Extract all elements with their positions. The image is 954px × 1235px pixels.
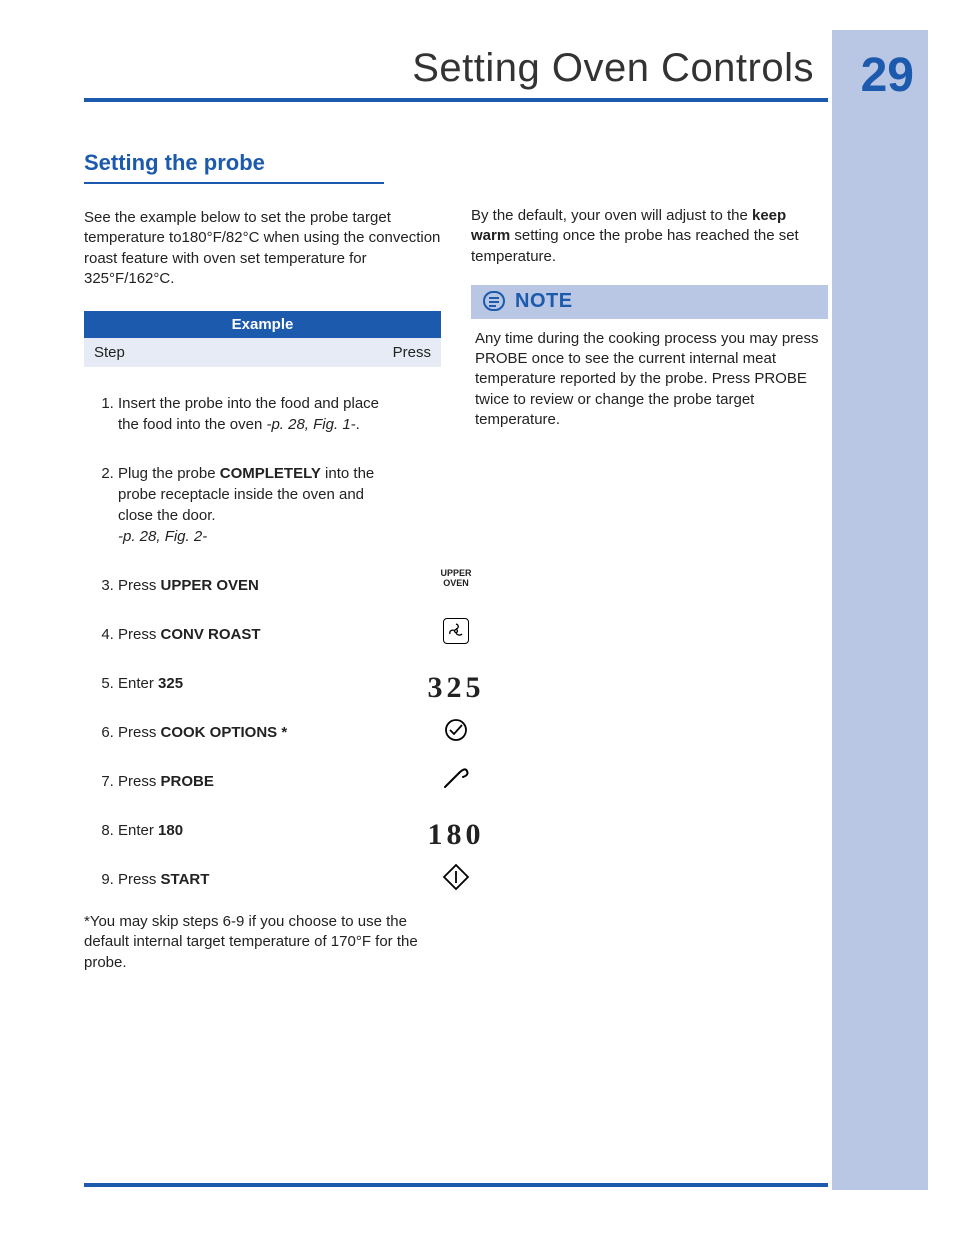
note-body: Any time during the cooking process you … [471,329,828,430]
step-text: . [356,416,360,433]
step-1: Insert the probe into the food and place… [118,393,441,435]
right-column: By the default, your oven will adjust to… [471,150,828,973]
step-8: Enter 180 180 [118,820,441,841]
table-header-row: Step Press [84,338,441,367]
fan-icon [443,618,469,644]
step-3: Press UPPER OVEN UPPER OVEN [118,575,441,596]
section-heading: Setting the probe [84,150,384,184]
right-intro: By the default, your oven will adjust to… [471,206,828,267]
step-ref: -p. 28, Fig. 1- [266,416,355,433]
step-9: Press START [118,869,441,890]
upper-oven-label: UPPER OVEN [421,569,491,589]
step-bold: 325 [158,675,183,692]
step-text: Press [118,773,161,790]
display-180: 180 [421,814,491,856]
intro-paragraph: See the example below to set the probe t… [84,208,441,289]
step-5: Enter 325 325 [118,673,441,694]
step-2: Plug the probe COMPLETELY into the probe… [118,463,441,547]
step-text: Press [118,871,161,888]
step-text: Plug the probe [118,465,220,482]
left-column: Setting the probe See the example below … [84,150,441,973]
conv-roast-icon [421,618,491,650]
bottom-rule [84,1183,828,1187]
step-text: Press [118,577,161,594]
page-side-tab [832,30,928,1190]
start-icon [421,863,491,897]
step-bold: COMPLETELY [220,465,321,482]
page-number: 29 [861,48,914,103]
step-bold: COOK OPTIONS * [161,724,288,741]
digit-display: 180 [428,818,485,851]
page-title: Setting Oven Controls [412,46,814,91]
footnote: *You may skip steps 6-9 if you choose to… [84,912,441,973]
content-area: Setting the probe See the example below … [84,150,828,973]
step-bold: START [161,871,210,888]
cook-options-icon [421,716,491,750]
digit-display: 325 [428,671,485,704]
step-bold: 180 [158,822,183,839]
step-bold: PROBE [161,773,214,790]
note-icon [481,289,507,315]
example-header: Example [84,311,441,338]
note-header: NOTE [471,285,828,319]
note-label: NOTE [515,290,573,313]
text: By the default, your oven will adjust to… [471,207,752,224]
col-press: Press [393,344,431,361]
step-text: Press [118,724,161,741]
step-ref: -p. 28, Fig. 2- [118,528,207,545]
steps-list: Insert the probe into the food and place… [84,393,441,890]
display-325: 325 [421,667,491,709]
step-text: Press [118,626,161,643]
step-6: Press COOK OPTIONS * [118,722,441,743]
step-7: Press PROBE [118,771,441,792]
step-bold: UPPER OVEN [161,577,259,594]
probe-icon [421,765,491,797]
step-bold: CONV ROAST [161,626,261,643]
col-step: Step [94,344,125,361]
step-text: Enter [118,822,158,839]
text: setting once the probe has reached the s… [471,227,799,264]
title-underline [84,98,828,102]
step-4: Press CONV ROAST [118,624,441,645]
step-text: Enter [118,675,158,692]
upper-oven-icon: UPPER OVEN [421,569,491,589]
